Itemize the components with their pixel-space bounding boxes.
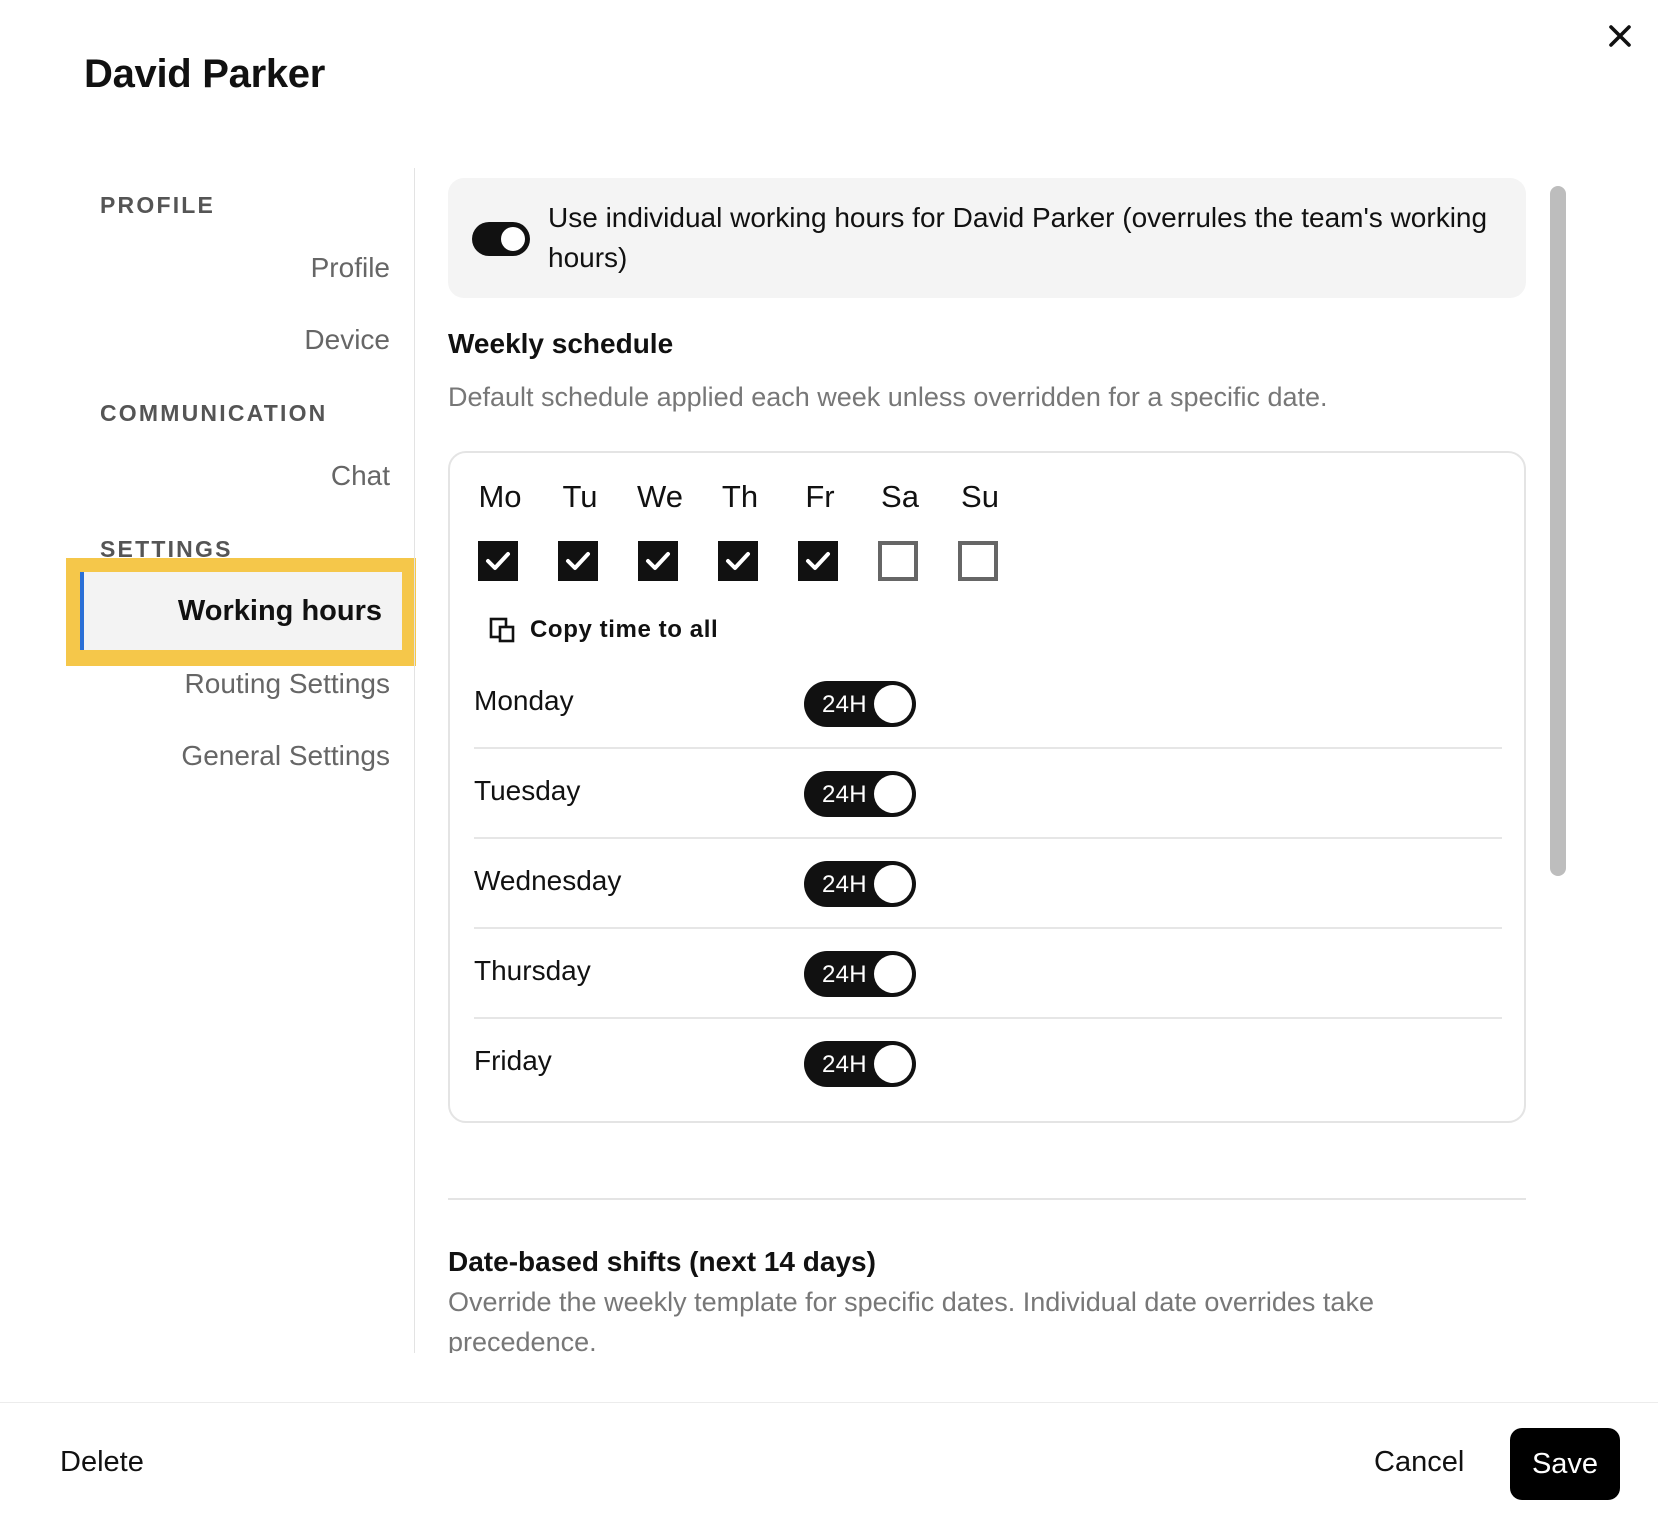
day-row-friday: Friday 24H [474,1019,1502,1109]
day-row-wednesday: Wednesday 24H [474,839,1502,929]
section-divider [448,1198,1526,1200]
scrollbar-thumb[interactable] [1550,186,1566,876]
day-checkbox-sa[interactable] [878,541,918,581]
cancel-button[interactable]: Cancel [1374,1446,1464,1479]
day-checkbox-fr[interactable] [798,541,838,581]
toggle-label: 24H [822,1051,867,1078]
day-row-thursday: Thursday 24H [474,929,1502,1019]
check-icon [566,552,590,570]
weekly-schedule-subtitle: Default schedule applied each week unles… [448,382,1328,412]
day-row-tuesday: Tuesday 24H [474,749,1502,839]
sidebar-item-working-hours[interactable]: Working hours [80,572,402,650]
sidebar-section-communication: COMMUNICATION [100,400,328,426]
weekly-schedule-title: Weekly schedule [448,328,674,359]
monday-24h-toggle[interactable]: 24H [804,681,916,727]
day-checkbox-we[interactable] [638,541,678,581]
individual-hours-label: Use individual working hours for David P… [548,202,1488,273]
working-hours-modal: David Parker PROFILE Profile Device COMM… [0,0,1658,1516]
toggle-label: 24H [822,691,867,718]
day-row-label: Friday [474,1045,552,1076]
day-row-label: Thursday [474,955,591,986]
main-content: Use individual working hours for David P… [448,168,1526,1353]
day-header-we: We [637,479,683,514]
day-header-sa: Sa [881,479,919,514]
day-row-monday: Monday 24H [474,659,1502,749]
sidebar-item-chat[interactable]: Chat [331,460,390,492]
save-button[interactable]: Save [1510,1428,1620,1500]
footer-divider [0,1402,1658,1403]
check-icon [726,552,750,570]
toggle-knob [874,955,912,993]
toggle-label: 24H [822,781,867,808]
copy-icon [489,617,515,643]
individual-hours-banner: Use individual working hours for David P… [448,178,1526,298]
date-shifts-subtitle: Override the weekly template for specifi… [448,1287,1374,1353]
toggle-knob [874,1045,912,1083]
close-button[interactable] [1598,14,1642,58]
sidebar-divider [414,168,415,1353]
day-header-tu: Tu [562,479,598,514]
check-icon [486,552,510,570]
day-row-label: Wednesday [474,865,622,896]
day-header-fr: Fr [805,479,835,514]
day-header-th: Th [721,479,759,514]
day-row-label: Tuesday [474,775,581,806]
individual-hours-toggle[interactable] [472,222,530,256]
weekly-schedule-card: Mo Tu We Th Fr Sa Su Copy time to all Mo… [448,451,1526,1123]
sidebar-section-profile: PROFILE [100,192,216,218]
day-checkbox-mo[interactable] [478,541,518,581]
toggle-knob [874,775,912,813]
toggle-label: 24H [822,871,867,898]
day-checkbox-th[interactable] [718,541,758,581]
sidebar-item-general-settings[interactable]: General Settings [181,740,390,772]
day-header-mo: Mo [478,479,522,514]
toggle-label: 24H [822,961,867,988]
sidebar-item-device[interactable]: Device [304,324,390,356]
date-shifts-title: Date-based shifts (next 14 days) [448,1246,876,1277]
day-row-label: Monday [474,685,574,716]
tuesday-24h-toggle[interactable]: 24H [804,771,916,817]
wednesday-24h-toggle[interactable]: 24H [804,861,916,907]
day-checkbox-su[interactable] [958,541,998,581]
check-icon [806,552,830,570]
close-icon [1609,25,1631,47]
day-checkbox-tu[interactable] [558,541,598,581]
sidebar-item-routing-settings[interactable]: Routing Settings [185,668,390,700]
page-title: David Parker [84,52,325,96]
toggle-knob [874,865,912,903]
friday-24h-toggle[interactable]: 24H [804,1041,916,1087]
sidebar-item-profile[interactable]: Profile [311,252,390,284]
day-header-su: Su [961,479,999,514]
check-icon [646,552,670,570]
copy-time-to-all-button[interactable]: Copy time to all [488,613,718,647]
toggle-knob [874,685,912,723]
thursday-24h-toggle[interactable]: 24H [804,951,916,997]
delete-button[interactable]: Delete [60,1446,144,1479]
copy-time-label: Copy time to all [530,616,719,643]
